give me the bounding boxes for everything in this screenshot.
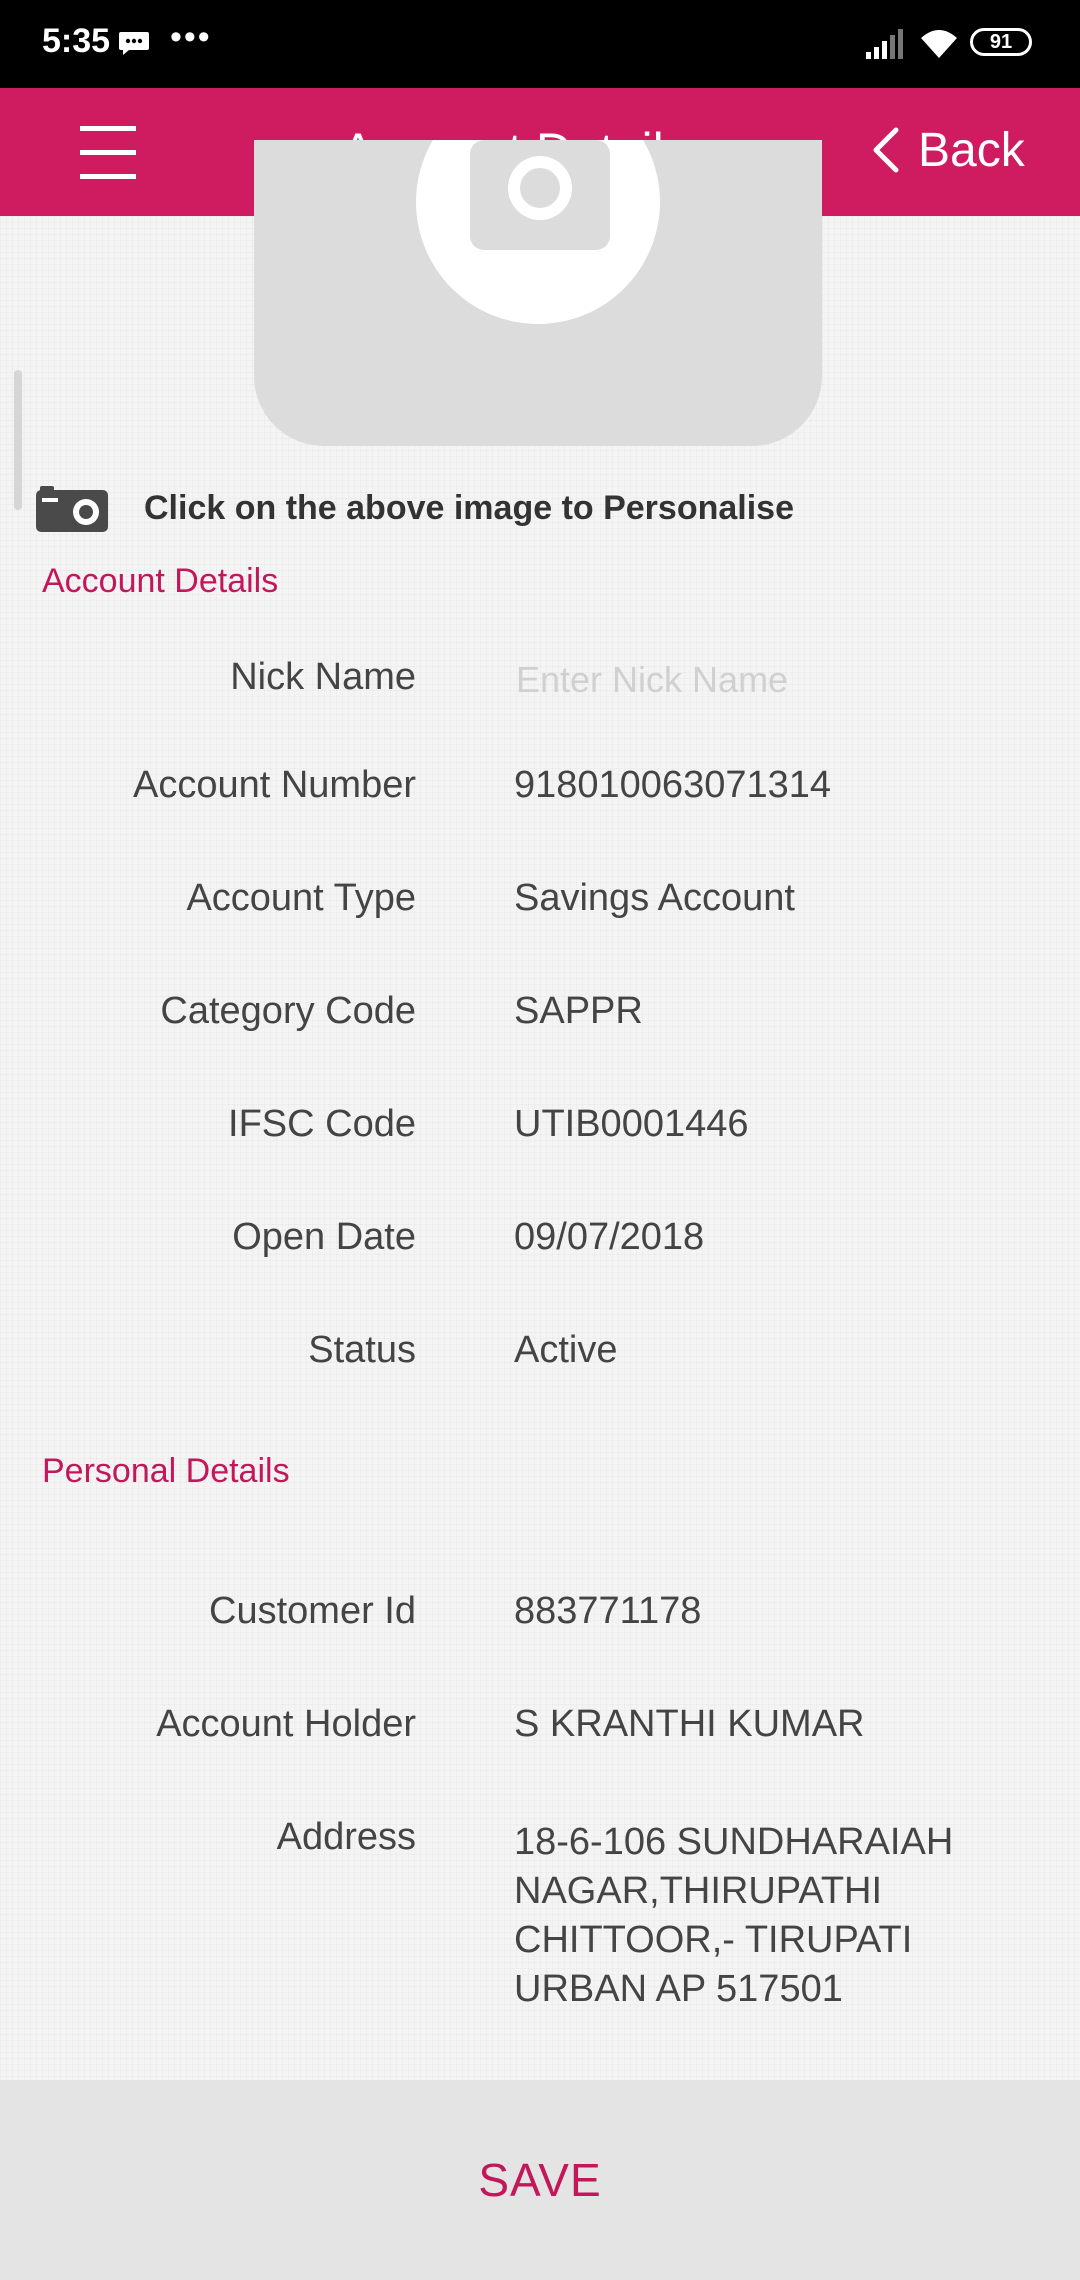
address-value: 18-6-106 SUNDHARAIAH NAGAR,THIRUPATHI CH… (514, 1818, 1014, 2014)
more-notifications-icon: ••• (170, 18, 212, 56)
back-button[interactable]: Back (870, 118, 1025, 182)
battery-indicator: 91 (970, 28, 1032, 56)
account-image-placeholder[interactable] (254, 140, 822, 446)
signal-icon (866, 29, 903, 59)
save-label: SAVE (478, 2154, 602, 2206)
account-details-heading: Account Details (42, 562, 279, 600)
account-type-label: Account Type (186, 877, 416, 919)
address-line: CHITTOOR,- TIRUPATI (514, 1919, 913, 1961)
account-number-label: Account Number (132, 764, 416, 806)
customer-id-label: Customer Id (209, 1590, 416, 1632)
back-label: Back (918, 123, 1025, 177)
nick-name-input[interactable] (508, 652, 1024, 708)
personalise-hint: Click on the above image to Personalise (36, 484, 794, 532)
category-code-label: Category Code (160, 990, 416, 1032)
account-type-value: Savings Account (514, 877, 795, 919)
address-line: NAGAR,THIRUPATHI (514, 1870, 883, 1912)
category-code-value: SAPPR (514, 990, 643, 1032)
customer-id-value: 883771178 (514, 1590, 702, 1632)
status-bar: 5:35 ••• 91 (0, 0, 1080, 88)
open-date-label: Open Date (232, 1216, 416, 1258)
camera-icon (470, 140, 610, 250)
scrollbar[interactable] (14, 370, 22, 510)
chevron-left-icon (873, 127, 899, 173)
address-label: Address (276, 1816, 416, 1858)
message-icon (119, 32, 149, 55)
wifi-icon (921, 30, 957, 58)
personal-details-heading: Personal Details (42, 1452, 290, 1490)
nick-name-label: Nick Name (230, 656, 416, 698)
save-button[interactable]: SAVE (0, 2080, 1080, 2280)
ifsc-code-value: UTIB0001446 (514, 1103, 749, 1145)
camera-icon (36, 486, 108, 532)
ifsc-code-label: IFSC Code (228, 1103, 416, 1145)
account-holder-value: S KRANTHI KUMAR (514, 1703, 865, 1745)
status-label: Status (308, 1329, 416, 1371)
account-number-value: 918010063071314 (514, 764, 832, 806)
address-line: 18-6-106 SUNDHARAIAH (514, 1821, 954, 1863)
status-value: Active (514, 1329, 618, 1371)
address-line: URBAN AP 517501 (514, 1968, 843, 2010)
status-time: 5:35 (42, 22, 111, 60)
avatar-circle (416, 140, 660, 324)
open-date-value: 09/07/2018 (514, 1216, 705, 1258)
personalise-text: Click on the above image to Personalise (144, 488, 794, 527)
account-holder-label: Account Holder (156, 1703, 416, 1745)
